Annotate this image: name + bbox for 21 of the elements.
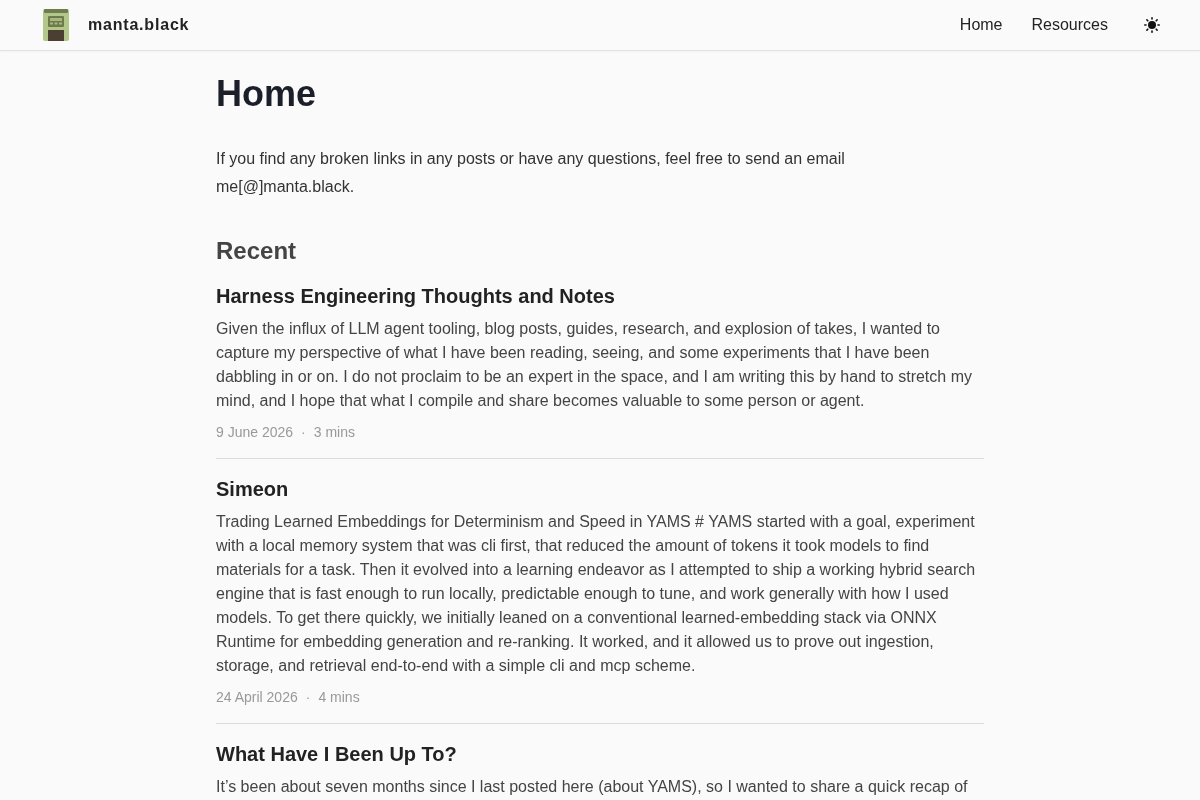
post-date: 24 April 2026 — [216, 688, 298, 707]
machine-icon — [43, 9, 69, 41]
theme-toggle-button[interactable] — [1144, 17, 1160, 33]
post-title-link[interactable]: Harness Engineering Thoughts and Notes — [216, 284, 615, 308]
post-summary: Given the influx of LLM agent tooling, blog posts, guides, research, and explosion of takes, I wanted to capture my perspective of what I have been reading, seeing, and some experiments that I have been dabbling in or on. I do not proclaim to be an expert in the space, and I am writing this by hand to stretch my mind, and I hope that what I compile and share becomes valuable to some person or agent. — [216, 319, 973, 411]
post-summary: It’s been about seven months since I last posted here (about YAMS), so I wanted to share a quick recap of — [216, 777, 969, 797]
post-title-link[interactable]: What Have I Been Up To? — [216, 742, 457, 766]
section-heading: Recent — [216, 236, 298, 265]
read-time: 4 mins — [318, 688, 360, 707]
site-name-link[interactable]: manta.black — [88, 15, 190, 35]
post-summary: Trading Learned Embeddings for Determinism and Speed in YAMS # YAMS started with a goal, experiment with a local memory system that was cli first, that reduced the amount of tokens it took models to find materials for a task. Then it evolved into a learning endeavor as I attempted to ship a working hybrid search engine that is fast enough to run locally, predictable enough to tune, and work generally with how I used models. To get there quickly, we initially leaned on a conventional learned-embedding stack via ONNX Runtime for embedding generation and re-ranking. It worked, and it allowed us to prove out ingestion, storage, and retrieval end-to-end with a simple cli and mcp scheme. — [216, 512, 977, 676]
intro-text: If you find any broken links in any posts or have any questions, feel free to send an email me[@]manta.black. — [216, 149, 846, 197]
post-title-link[interactable]: Simeon — [216, 477, 289, 501]
nav-link[interactable]: Home — [959, 15, 1003, 35]
sun-icon — [1144, 17, 1160, 33]
post-date: 9 June 2026 — [216, 423, 294, 442]
nav-link[interactable]: Resources — [1031, 15, 1108, 35]
meta-separator: · — [301, 423, 306, 442]
page-title: Home — [216, 72, 318, 115]
read-time: 3 mins — [313, 423, 355, 442]
meta-separator: · — [305, 688, 311, 707]
